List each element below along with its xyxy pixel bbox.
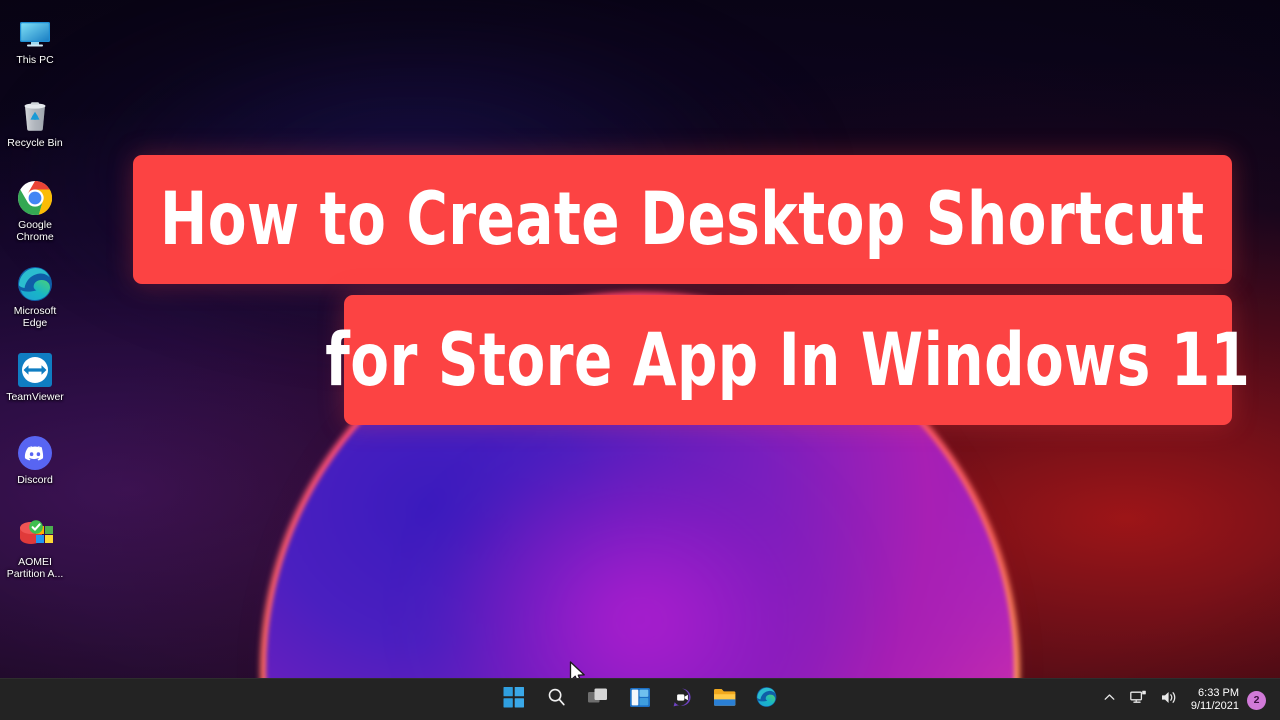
desktop-icon-label: TeamViewer xyxy=(6,391,64,403)
taskbar-start-button[interactable] xyxy=(499,684,530,715)
widgets-icon xyxy=(630,687,651,713)
title-banner-line2: for Store App In Windows 11 xyxy=(325,295,1250,425)
volume-icon xyxy=(1161,690,1178,710)
desktop-icon-this-pc[interactable]: This PC xyxy=(0,10,70,69)
show-hidden-icons-button[interactable] xyxy=(1096,684,1123,716)
desktop-icon-label: Google Chrome xyxy=(16,219,54,243)
taskbar-file-explorer-button[interactable] xyxy=(709,684,740,715)
taskbar-chat-button[interactable] xyxy=(667,684,698,715)
google-chrome-icon xyxy=(16,179,54,217)
clock-time: 6:33 PM xyxy=(1198,687,1239,699)
taskbar-center-buttons xyxy=(499,684,782,715)
network-button[interactable] xyxy=(1123,684,1154,716)
notification-badge[interactable]: 2 xyxy=(1247,690,1266,710)
taskbar-search-button[interactable] xyxy=(541,684,572,715)
microsoft-edge-icon xyxy=(16,265,54,303)
desktop-icon-label: This PC xyxy=(16,54,54,66)
this-pc-icon xyxy=(16,14,54,52)
desktop-icon-label: Discord xyxy=(17,473,53,486)
recycle-bin-icon xyxy=(16,97,54,135)
desktop-icon-grid: This PC Recycle Bin Google Chrome Micros… xyxy=(0,4,70,582)
chevron-up-icon xyxy=(1103,691,1116,709)
volume-button[interactable] xyxy=(1154,684,1185,716)
title-text-line2: for Store App In Windows 11 xyxy=(325,317,1251,403)
desktop-icon-teamviewer[interactable]: TeamViewer xyxy=(0,347,70,406)
desktop-icon-aomei-partition-assistant[interactable]: AOMEI Partition A... xyxy=(0,512,70,582)
desktop-icon-microsoft-edge[interactable]: Microsoft Edge xyxy=(0,261,70,331)
discord-icon xyxy=(16,434,54,472)
teamviewer-icon xyxy=(16,351,54,389)
desktop-icon-discord[interactable]: Discord xyxy=(0,430,70,489)
windows-start-icon xyxy=(503,686,525,713)
network-icon xyxy=(1130,690,1147,710)
system-tray: 6:33 PM 9/11/2021 2 xyxy=(1096,679,1280,720)
aomei-partition-assistant-icon xyxy=(16,516,54,554)
search-icon xyxy=(546,687,566,712)
clock-date: 9/11/2021 xyxy=(1190,700,1239,712)
chat-teams-icon xyxy=(672,687,693,713)
taskbar-widgets-button[interactable] xyxy=(625,684,656,715)
desktop-icon-label: Recycle Bin xyxy=(7,136,63,149)
title-banner-line1: How to Create Desktop Shortcut xyxy=(133,155,1232,284)
notification-count: 2 xyxy=(1253,694,1260,706)
desktop-icon-label: Microsoft Edge xyxy=(13,305,57,329)
taskbar-clock[interactable]: 6:33 PM 9/11/2021 xyxy=(1185,684,1247,716)
title-text-line1: How to Create Desktop Shortcut xyxy=(160,177,1205,262)
desktop-icon-recycle-bin[interactable]: Recycle Bin xyxy=(0,93,70,152)
bloom-core xyxy=(370,387,910,720)
desktop-icon-label: AOMEI Partition A... xyxy=(6,556,64,580)
microsoft-edge-icon xyxy=(755,686,777,713)
taskbar-edge-button[interactable] xyxy=(751,684,782,715)
desktop-icon-google-chrome[interactable]: Google Chrome xyxy=(0,175,70,245)
taskbar: 6:33 PM 9/11/2021 2 xyxy=(0,678,1280,720)
task-view-icon xyxy=(588,687,609,712)
file-explorer-icon xyxy=(713,688,735,712)
taskbar-task-view-button[interactable] xyxy=(583,684,614,715)
desktop-screen: This PC Recycle Bin Google Chrome Micros… xyxy=(0,0,1280,720)
